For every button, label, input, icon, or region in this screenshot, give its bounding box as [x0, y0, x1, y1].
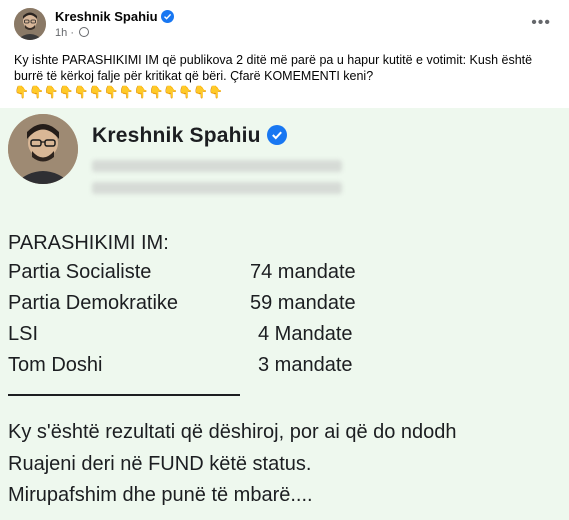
image-author-name: Kreshnik Spahiu	[92, 124, 287, 148]
image-author-avatar	[8, 114, 78, 184]
prediction-seats-3: 4 Mandate	[258, 323, 353, 345]
author-name[interactable]: Kreshnik Spahiu	[55, 9, 174, 24]
prediction-title: PARASHIKIMI IM:	[8, 232, 169, 254]
prediction-party-2: Partia Demokratike	[8, 292, 179, 314]
prediction-seats-4: 3 mandate	[258, 354, 353, 376]
blurred-shared-by-line	[92, 160, 342, 172]
prediction-party-4: Tom Doshi	[8, 354, 103, 376]
author-name-text[interactable]: Kreshnik Spahiu	[55, 9, 158, 24]
verified-badge-icon	[160, 10, 174, 23]
prediction-party-3: LSI	[8, 323, 39, 345]
post-header: Kreshnik Spahiu 1h · •••	[0, 0, 569, 48]
divider-line	[8, 394, 240, 396]
globe-icon	[79, 27, 90, 37]
prediction-seats-1: 74 mandate	[250, 261, 356, 283]
image-author-name-text: Kreshnik Spahiu	[92, 124, 261, 147]
more-options-icon[interactable]: •••	[531, 14, 551, 32]
pointing-down-emoji-row: 👇👇👇👇👇👇👇👇👇👇👇👇👇👇	[14, 85, 224, 99]
statement-line-2: Ruajeni deri në FUND këtë status.	[8, 453, 312, 475]
image-verified-badge-icon	[266, 125, 287, 145]
prediction-party-1: Partia Socialiste	[8, 261, 152, 283]
statement-line-1: Ky s'është rezultati që dëshiroj, por ai…	[8, 421, 457, 443]
post-time[interactable]: 1h	[55, 27, 67, 39]
post-image[interactable]: Kreshnik Spahiu PARASHIKIMI IM: Partia S…	[0, 108, 569, 520]
blurred-date-line	[92, 182, 342, 194]
prediction-seats-2: 59 mandate	[250, 292, 356, 314]
statement-line-3: Mirupafshim dhe punë të mbarë....	[8, 484, 313, 506]
post-meta: 1h ·	[55, 27, 90, 39]
post-caption: Ky ishte PARASHIKIMI IM që publikova 2 d…	[14, 53, 533, 83]
author-avatar[interactable]	[14, 8, 46, 40]
meta-separator: ·	[70, 27, 74, 39]
